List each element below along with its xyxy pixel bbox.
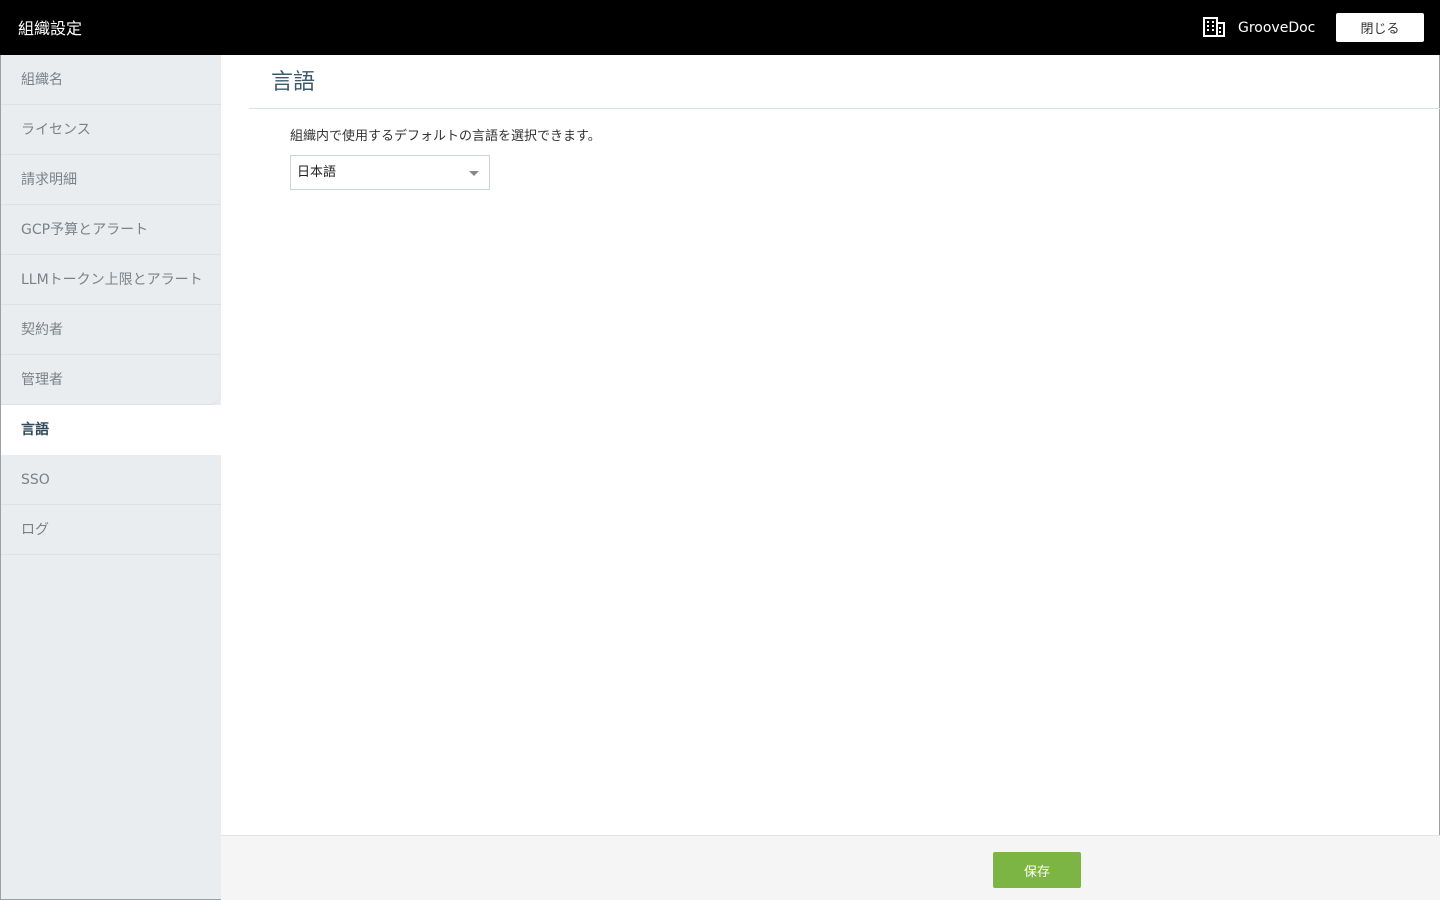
language-description: 組織内で使用するデフォルトの言語を選択できます。: [290, 129, 601, 144]
sidebar-item-llm-token-limit[interactable]: LLMトークン上限とアラート: [1, 255, 221, 305]
settings-sidebar: 組織名 ライセンス 請求明細 GCP予算とアラート LLMトークン上限とアラート…: [1, 55, 221, 899]
title-divider: [249, 108, 1440, 109]
close-button[interactable]: 閉じる: [1336, 13, 1424, 42]
building-icon: [1203, 17, 1225, 37]
sidebar-item-admin[interactable]: 管理者: [1, 355, 221, 405]
sidebar-item-license[interactable]: ライセンス: [1, 105, 221, 155]
sidebar-item-organization-name[interactable]: 組織名: [1, 55, 221, 105]
sidebar-item-billing[interactable]: 請求明細: [1, 155, 221, 205]
chevron-down-icon: [469, 171, 479, 176]
sidebar-item-log[interactable]: ログ: [1, 505, 221, 555]
top-bar: 組織設定 GrooveDoc 閉じる: [0, 0, 1440, 55]
sidebar-item-sso[interactable]: SSO: [1, 455, 221, 505]
language-select-value: 日本語: [297, 165, 337, 180]
sidebar-item-contractor[interactable]: 契約者: [1, 305, 221, 355]
page-title: 言語: [271, 70, 316, 95]
sidebar-item-language[interactable]: 言語: [1, 405, 221, 455]
language-select[interactable]: 日本語: [290, 155, 490, 190]
organization-name: GrooveDoc: [1238, 20, 1316, 36]
footer-bar: 保存: [221, 835, 1440, 900]
app-title: 組織設定: [18, 19, 83, 38]
sidebar-item-gcp-budget[interactable]: GCP予算とアラート: [1, 205, 221, 255]
save-button[interactable]: 保存: [993, 852, 1081, 888]
